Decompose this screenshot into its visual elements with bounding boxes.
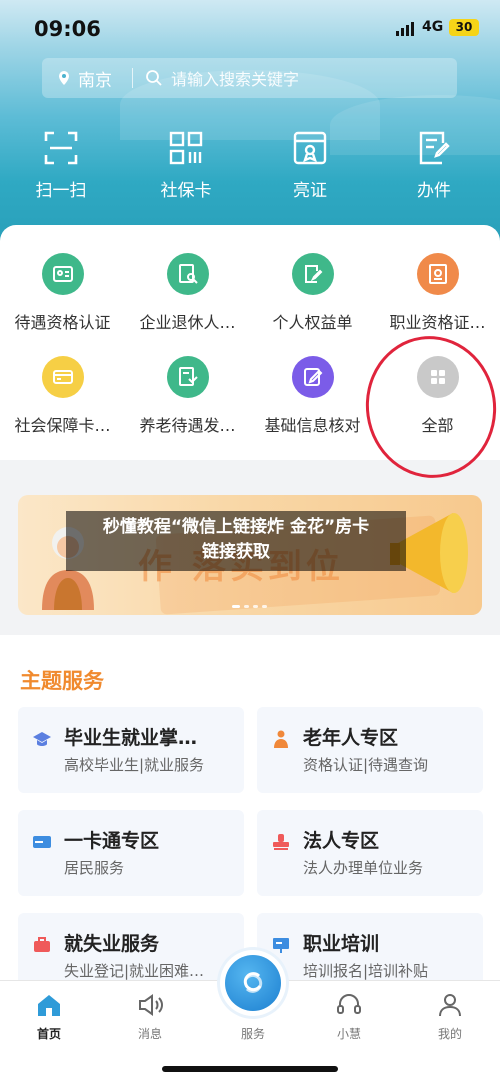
tab-service-button[interactable] — [220, 950, 286, 1016]
search-input[interactable]: 请输入搜索关键字 — [171, 66, 299, 90]
service-item[interactable]: 养老待遇发… — [125, 356, 250, 436]
elder-icon — [274, 730, 288, 748]
theme-subtitle: 高校毕业生|就业服务 — [64, 756, 205, 774]
theme-subtitle: 资格认证|待遇查询 — [303, 756, 429, 774]
service-label: 社会保障卡… — [14, 416, 111, 435]
theme-title: 法人专区 — [303, 830, 380, 852]
service-item[interactable]: 职业资格证… — [375, 253, 500, 333]
service-label: 企业退休人… — [139, 313, 236, 332]
quick-social-card-label: 社保卡 — [160, 181, 212, 201]
banner-title-line2: 链接获取 — [202, 542, 270, 562]
service-label: 基础信息核对 — [264, 416, 361, 435]
quick-handle-label: 办件 — [417, 181, 451, 201]
theme-subtitle: 培训报名|培训补贴 — [303, 962, 429, 980]
tab-messages[interactable]: 消息 — [110, 991, 190, 1042]
section-title: 主题服务 — [20, 669, 104, 693]
quick-actions: 扫一扫 社保卡 亮证 办件 — [0, 128, 500, 208]
search-icon — [146, 70, 162, 86]
city-selector[interactable]: 南京 — [78, 66, 112, 91]
scan-icon — [44, 131, 78, 165]
home-icon — [38, 995, 60, 1016]
search-bar[interactable]: 南京 请输入搜索关键字 — [42, 58, 457, 98]
theme-title: 毕业生就业掌… — [64, 727, 198, 749]
theme-subtitle: 法人办理单位业务 — [303, 859, 424, 877]
service-item[interactable]: 企业退休人… — [125, 253, 250, 333]
theme-subtitle: 失业登记|就业困难… — [64, 962, 205, 980]
service-label: 职业资格证… — [389, 313, 486, 332]
theme-subtitle: 居民服务 — [64, 859, 125, 877]
theme-title: 就失业服务 — [64, 933, 160, 955]
tab-service-label: 服务 — [240, 1027, 265, 1041]
pension-doc-icon — [166, 356, 209, 398]
training-icon — [273, 938, 289, 953]
service-logo-icon — [225, 955, 281, 1011]
tab-label: 消息 — [137, 1027, 162, 1041]
search-doc-icon — [166, 253, 209, 295]
quick-scan[interactable]: 扫一扫 — [16, 128, 106, 201]
tab-home[interactable]: 首页 — [9, 991, 89, 1042]
theme-title: 一卡通专区 — [64, 830, 160, 852]
theme-tile[interactable]: 法人专区 法人办理单位业务 — [257, 810, 483, 896]
battery-icon: 30 — [449, 19, 479, 36]
theme-tile[interactable]: 一卡通专区 居民服务 — [18, 810, 244, 896]
theme-title: 职业培训 — [303, 933, 380, 955]
id-card-icon — [41, 253, 84, 295]
quick-show-cert[interactable]: 亮证 — [265, 128, 355, 201]
graduate-icon — [33, 732, 51, 746]
tab-assistant[interactable]: 小慧 — [309, 991, 389, 1042]
qr-card-icon — [169, 131, 203, 165]
document-edit-icon — [419, 131, 450, 165]
quick-scan-label: 扫一扫 — [35, 181, 87, 201]
location-pin-icon — [59, 71, 69, 85]
quick-handle[interactable]: 办件 — [389, 128, 479, 201]
service-item[interactable]: 社会保障卡… — [0, 356, 125, 436]
stamp-icon — [273, 834, 289, 850]
user-icon — [439, 994, 461, 1017]
tab-label: 首页 — [36, 1027, 61, 1041]
service-item[interactable]: 基础信息核对 — [250, 356, 375, 436]
certificate-icon — [293, 131, 327, 165]
status-time: 09:06 — [34, 17, 101, 41]
banner-overlay-title: 秒懂教程“微信上链接炸 金花”房卡 链接获取 — [66, 511, 406, 571]
service-item[interactable]: 待遇资格认证 — [0, 253, 125, 333]
service-item[interactable]: 个人权益单 — [250, 253, 375, 333]
tab-profile[interactable]: 我的 — [410, 991, 490, 1042]
doc-edit-icon — [291, 253, 334, 295]
service-label: 个人权益单 — [272, 313, 353, 332]
search-divider — [132, 68, 133, 88]
status-bar: 09:06 4G 30 — [0, 0, 500, 56]
edit-icon — [291, 356, 334, 398]
quick-social-card[interactable]: 社保卡 — [141, 128, 231, 201]
tab-label: 我的 — [437, 1027, 462, 1041]
signal-icon — [396, 22, 414, 36]
service-label: 养老待遇发… — [139, 416, 236, 435]
theme-tile[interactable]: 毕业生就业掌… 高校毕业生|就业服务 — [18, 707, 244, 793]
home-indicator — [162, 1066, 338, 1072]
theme-tile[interactable]: 老年人专区 资格认证|待遇查询 — [257, 707, 483, 793]
theme-title: 老年人专区 — [303, 727, 399, 749]
card-icon — [33, 836, 51, 848]
headset-icon — [337, 994, 361, 1014]
network-type: 4G — [422, 19, 444, 35]
banner-title-line1: 秒懂教程“微信上链接炸 金花”房卡 — [102, 517, 370, 537]
service-label: 待遇资格认证 — [14, 313, 111, 332]
quick-show-cert-label: 亮证 — [293, 181, 327, 201]
speaker-icon — [139, 994, 163, 1016]
card-icon — [41, 356, 84, 398]
briefcase-icon — [34, 937, 50, 952]
tab-label: 小慧 — [336, 1027, 361, 1041]
banner-pagination — [232, 605, 267, 608]
certificate-doc-icon — [416, 253, 459, 295]
